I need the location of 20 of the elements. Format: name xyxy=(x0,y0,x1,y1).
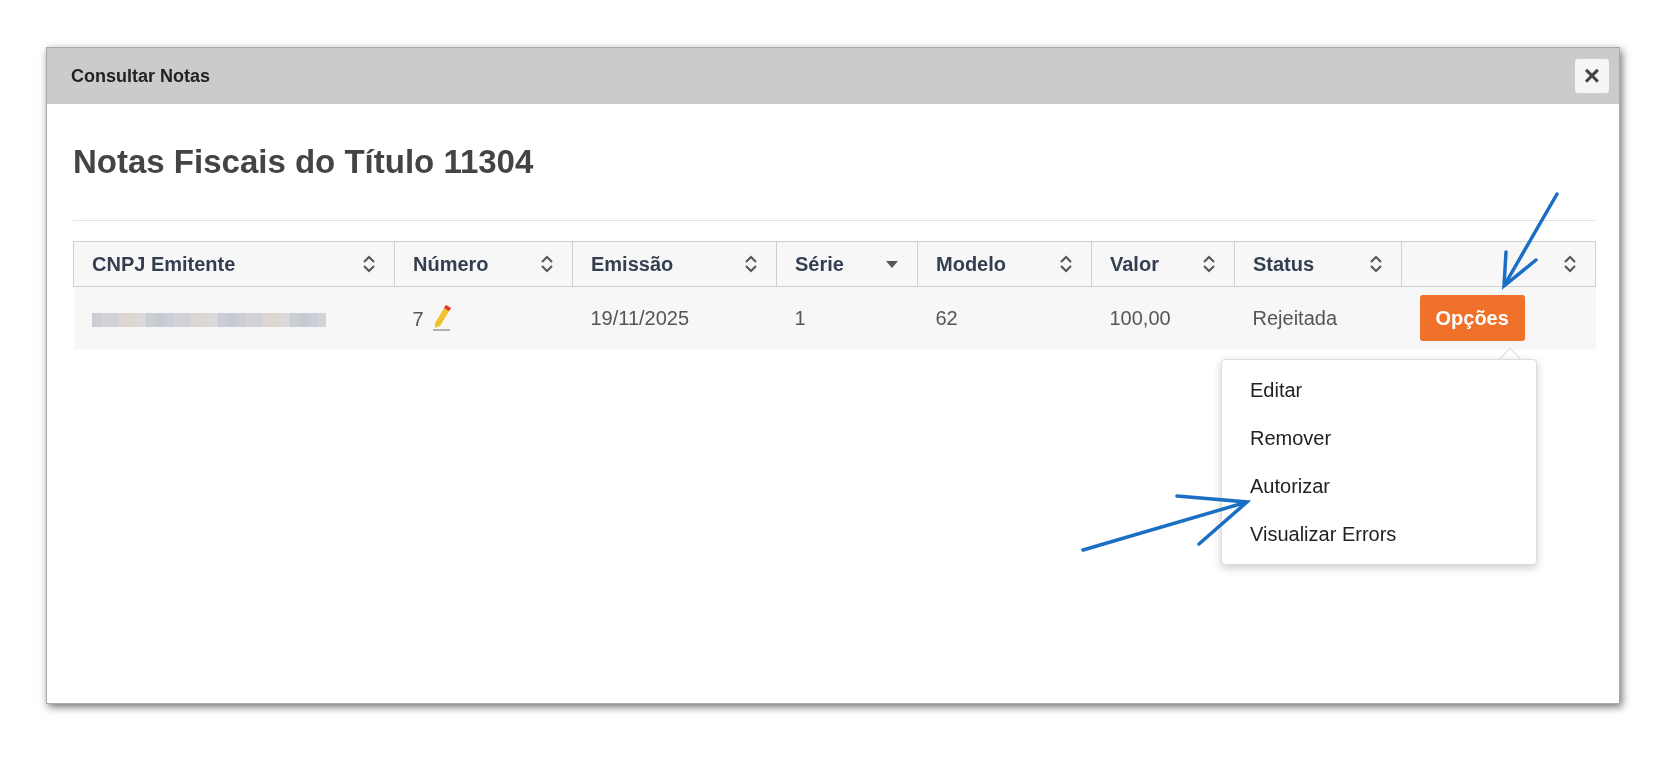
menu-item[interactable]: Editar xyxy=(1222,366,1536,414)
page-heading: Notas Fiscais do Título 11304 xyxy=(73,142,535,182)
table-cell: 7 xyxy=(412,308,424,331)
sort-icon[interactable] xyxy=(540,254,554,273)
sort-icon[interactable] xyxy=(1563,254,1577,273)
menu-item[interactable]: Visualizar Errors xyxy=(1222,510,1536,558)
table-cell: Rejeitada xyxy=(1252,307,1337,330)
table-cell: 100,00 xyxy=(1109,307,1171,330)
dialog-title: Consultar Notas xyxy=(71,64,211,88)
menu-item[interactable]: Autorizar xyxy=(1222,462,1536,510)
table-cell: 1 xyxy=(794,307,806,330)
table-cell: 19/11/2025 xyxy=(590,307,690,330)
sort-icon[interactable] xyxy=(1369,254,1383,273)
table-cell: 62 xyxy=(935,307,958,330)
sort-icon[interactable] xyxy=(744,254,758,273)
menu-item[interactable]: Remover xyxy=(1222,414,1536,462)
sort-icon[interactable] xyxy=(1202,254,1216,273)
sort-icon[interactable] xyxy=(1059,254,1073,273)
close-button[interactable]: × xyxy=(1575,59,1609,93)
sort-icon[interactable] xyxy=(362,254,376,273)
